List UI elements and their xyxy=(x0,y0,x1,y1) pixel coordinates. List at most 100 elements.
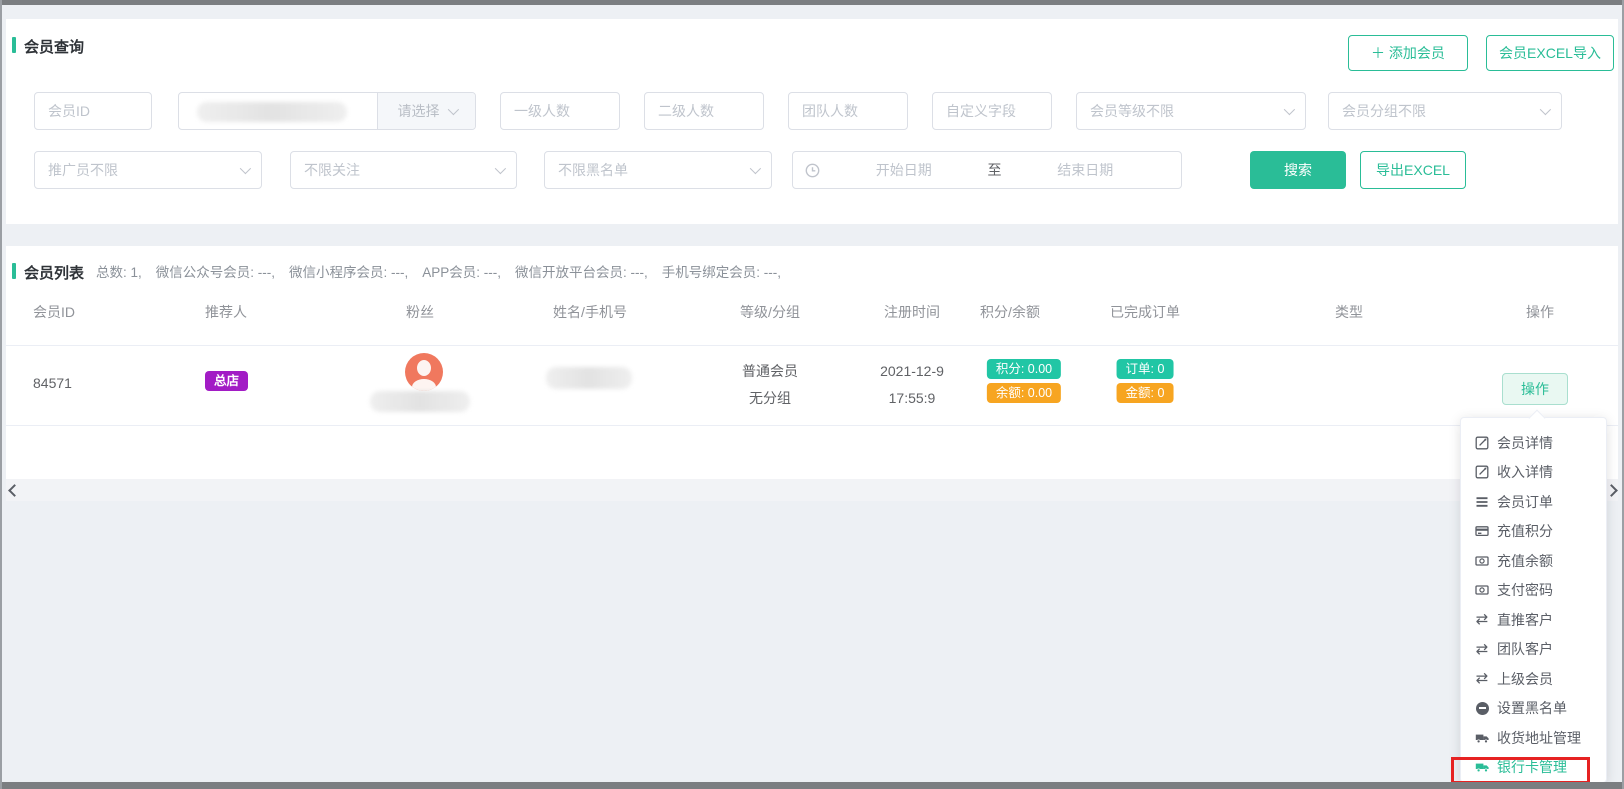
member-stats-line: 总数: 1, 微信公众号会员: ---, 微信小程序会员: ---, APP会员: -… xyxy=(96,261,795,281)
swap-arrows-icon: ⇄ xyxy=(1474,671,1490,687)
menu-item-set-blacklist[interactable]: 设置黑名单 xyxy=(1461,694,1606,724)
stat-item: 微信开放平台会员: ---, xyxy=(515,265,648,280)
column-header-7: 已完成订单 xyxy=(1110,302,1180,322)
date-range-picker[interactable]: 开始日期 至 结束日期 xyxy=(792,151,1182,189)
menu-item-direct-customers[interactable]: ⇄ 直推客户 xyxy=(1461,605,1606,635)
row-action-button[interactable]: 操作 xyxy=(1502,373,1568,405)
section-accent-bar xyxy=(12,37,16,53)
points-badge: 积分: 0.00 xyxy=(987,359,1061,379)
member-group-select[interactable]: 会员分组不限 xyxy=(1328,92,1562,130)
menu-item-member-detail[interactable]: 会员详情 xyxy=(1461,428,1606,458)
amount-badge: 金额: 0 xyxy=(1117,383,1174,403)
column-header-1: 推荐人 xyxy=(205,302,247,322)
member-admin-page: 会员查询 ＋ 添加会员 会员EXCEL导入 请选择 会员等级不限 会员分组不限 xyxy=(0,0,1624,789)
start-date-placeholder[interactable]: 开始日期 xyxy=(820,160,988,180)
menu-item-team-customers[interactable]: ⇄ 团队客户 xyxy=(1461,635,1606,665)
window-frame xyxy=(0,0,1624,5)
fan-avatar xyxy=(405,353,443,391)
menu-item-recharge-points[interactable]: 充值积分 xyxy=(1461,517,1606,547)
orders-badge: 订单: 0 xyxy=(1117,359,1174,379)
register-time-cell: 2021-12-9 17:55:9 xyxy=(880,358,944,412)
keyword-type-placeholder: 请选择 xyxy=(398,101,440,121)
stat-item: 总数: 1, xyxy=(96,265,142,280)
redacted-value-blob xyxy=(197,102,347,122)
member-level-select[interactable]: 会员等级不限 xyxy=(1076,92,1306,130)
edit-icon xyxy=(1474,464,1490,480)
member-id-input[interactable] xyxy=(34,92,152,130)
column-header-4: 等级/分组 xyxy=(740,302,800,322)
search-button[interactable]: 搜索 xyxy=(1250,151,1346,189)
keyword-value-redacted[interactable] xyxy=(179,93,377,129)
column-header-2: 粉丝 xyxy=(406,302,434,322)
menu-item-upline-member[interactable]: ⇄ 上级会员 xyxy=(1461,664,1606,694)
custom-field-input[interactable] xyxy=(932,92,1052,130)
card-icon xyxy=(1474,523,1490,539)
menu-item-payment-password[interactable]: 支付密码 xyxy=(1461,576,1606,606)
follow-select[interactable]: 不限关注 xyxy=(290,151,517,189)
column-header-6: 积分/余额 xyxy=(980,302,1040,322)
end-date-placeholder[interactable]: 结束日期 xyxy=(1002,160,1170,180)
member-level-select-value: 会员等级不限 xyxy=(1090,101,1174,121)
stat-item: 微信小程序会员: ---, xyxy=(289,265,408,280)
menu-item-recharge-balance[interactable]: 充值余额 xyxy=(1461,546,1606,576)
keyword-combo-input[interactable]: 请选择 xyxy=(178,92,476,130)
stat-item: APP会员: ---, xyxy=(422,265,501,280)
member-query-panel: 会员查询 ＋ 添加会员 会员EXCEL导入 请选择 会员等级不限 会员分组不限 xyxy=(6,19,1618,224)
team-count-input[interactable] xyxy=(788,92,908,130)
truck-icon xyxy=(1474,730,1490,746)
follow-select-value: 不限关注 xyxy=(304,160,360,180)
column-header-3: 姓名/手机号 xyxy=(553,302,627,322)
blacklist-select[interactable]: 不限黑名单 xyxy=(544,151,772,189)
clock-icon xyxy=(805,163,820,178)
swap-arrows-icon: ⇄ xyxy=(1474,612,1490,628)
list-panel-title: 会员列表 xyxy=(24,262,84,283)
level-group-cell: 普通会员 无分组 xyxy=(742,358,798,412)
window-frame xyxy=(0,0,2,789)
promoter-select-value: 推广员不限 xyxy=(48,160,118,180)
register-date: 2021-12-9 xyxy=(880,358,944,385)
member-level: 普通会员 xyxy=(742,358,798,385)
export-excel-button[interactable]: 导出EXCEL xyxy=(1360,151,1466,189)
date-to-label: 至 xyxy=(988,160,1002,180)
level1-count-input[interactable] xyxy=(500,92,620,130)
stat-item: 微信公众号会员: ---, xyxy=(156,265,275,280)
member-id-cell: 84571 xyxy=(33,375,72,391)
fan-name-redacted-blob xyxy=(370,391,470,412)
column-header-8: 类型 xyxy=(1335,302,1363,322)
level2-count-input[interactable] xyxy=(644,92,764,130)
add-member-button[interactable]: ＋ 添加会员 xyxy=(1348,35,1468,71)
menu-item-income-detail[interactable]: 收入详情 xyxy=(1461,458,1606,488)
chevron-down-icon xyxy=(750,163,761,174)
name-phone-redacted-blob xyxy=(546,367,632,389)
table-divider xyxy=(6,345,1618,346)
avatar-person-icon xyxy=(417,360,431,376)
column-header-5: 注册时间 xyxy=(884,302,940,322)
member-group: 无分组 xyxy=(742,385,798,412)
member-group-select-value: 会员分组不限 xyxy=(1342,101,1426,121)
swap-arrows-icon: ⇄ xyxy=(1474,641,1490,657)
menu-item-shipping-address-management[interactable]: 收货地址管理 xyxy=(1461,723,1606,753)
list-icon xyxy=(1474,494,1490,510)
chevron-down-icon xyxy=(240,163,251,174)
highlight-annotation-box xyxy=(1451,757,1590,784)
register-time: 17:55:9 xyxy=(880,385,944,412)
balance-badge: 余额: 0.00 xyxy=(987,383,1061,403)
chevron-down-icon xyxy=(495,163,506,174)
query-panel-title: 会员查询 xyxy=(24,36,84,57)
keyword-type-select[interactable]: 请选择 xyxy=(377,93,475,129)
column-header-0: 会员ID xyxy=(33,302,75,322)
stat-item: 手机号绑定会员: ---, xyxy=(662,265,781,280)
chevron-down-icon xyxy=(1284,104,1295,115)
window-frame xyxy=(0,782,1624,789)
chevron-down-icon xyxy=(447,104,458,115)
menu-item-member-orders[interactable]: 会员订单 xyxy=(1461,487,1606,517)
money-icon xyxy=(1474,582,1490,598)
horizontal-scrollbar[interactable] xyxy=(6,479,1618,501)
blacklist-select-value: 不限黑名单 xyxy=(558,160,628,180)
table-divider xyxy=(6,425,1618,426)
referrer-badge: 总店 xyxy=(205,371,248,391)
member-excel-import-button[interactable]: 会员EXCEL导入 xyxy=(1486,35,1614,71)
promoter-select[interactable]: 推广员不限 xyxy=(34,151,262,189)
edit-icon xyxy=(1474,435,1490,451)
chevron-down-icon xyxy=(1540,104,1551,115)
